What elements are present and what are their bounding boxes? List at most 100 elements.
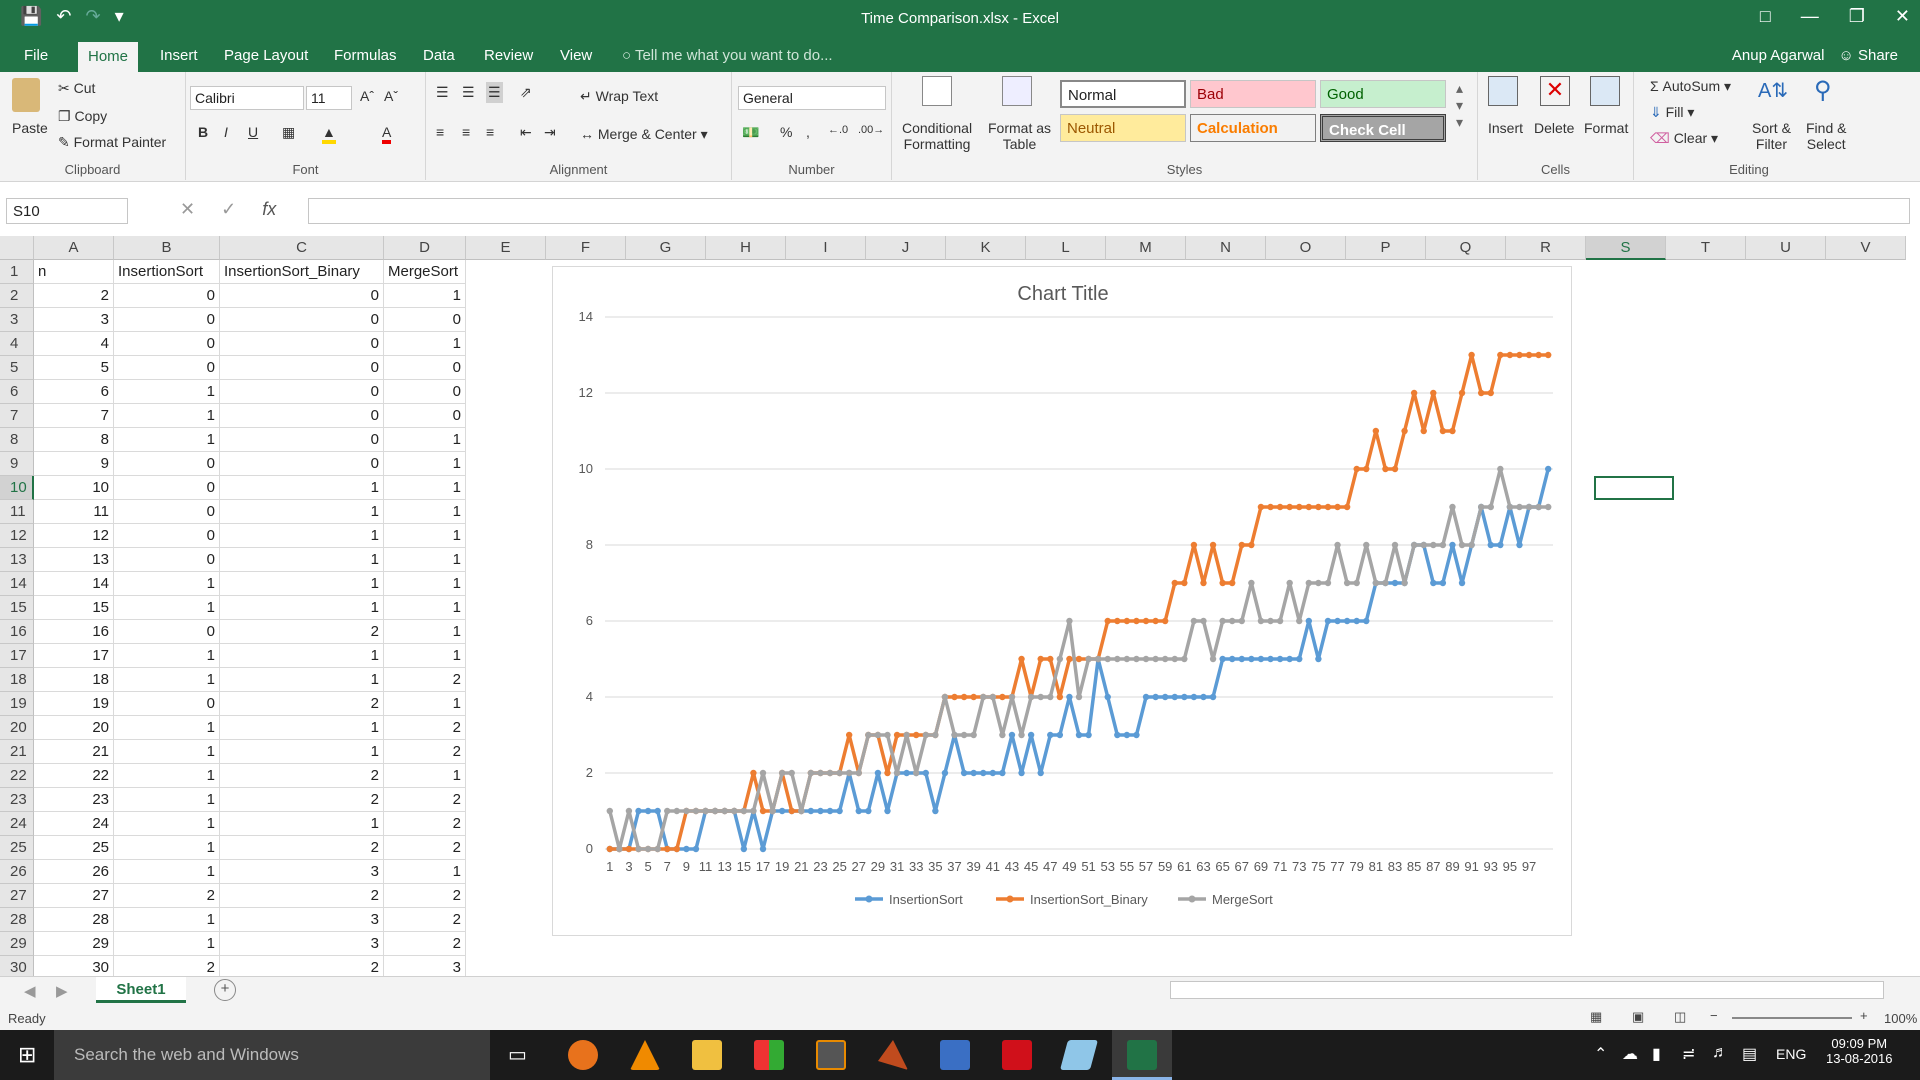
normal-view-icon[interactable]: ▦ (1590, 1009, 1602, 1025)
column-header[interactable]: O (1266, 236, 1346, 260)
data-cell[interactable]: 0 (220, 284, 384, 308)
data-cell[interactable]: 2 (384, 740, 466, 764)
battery-icon[interactable]: ▮ (1652, 1044, 1661, 1064)
data-cell[interactable]: 2 (114, 956, 220, 976)
action-center-icon[interactable]: ▤ (1742, 1044, 1757, 1064)
data-cell[interactable]: 3 (34, 308, 114, 332)
vlc-icon[interactable] (630, 1040, 660, 1070)
data-cell[interactable]: 0 (220, 380, 384, 404)
cut-button[interactable]: ✂ Cut (58, 80, 95, 97)
data-cell[interactable]: 1 (384, 524, 466, 548)
sublime-icon[interactable] (816, 1040, 846, 1070)
add-sheet-icon[interactable]: + (214, 979, 236, 1001)
data-cell[interactable]: 1 (220, 476, 384, 500)
sort-filter-button[interactable]: Sort & Filter (1752, 120, 1791, 152)
matlab-icon[interactable] (878, 1040, 908, 1070)
data-cell[interactable]: 0 (384, 356, 466, 380)
conditional-formatting-button[interactable]: Conditional Formatting (902, 120, 972, 152)
row-header[interactable]: 22 (0, 764, 34, 788)
align-left-icon[interactable]: ≡ (436, 124, 444, 140)
data-cell[interactable]: 1 (114, 740, 220, 764)
data-cell[interactable]: 1 (384, 284, 466, 308)
data-cell[interactable]: 1 (114, 932, 220, 956)
row-header[interactable]: 20 (0, 716, 34, 740)
column-header[interactable]: E (466, 236, 546, 260)
data-cell[interactable]: 6 (34, 380, 114, 404)
data-cell[interactable]: 11 (34, 500, 114, 524)
tray-chevron-icon[interactable]: ⌃ (1594, 1044, 1607, 1064)
data-cell[interactable]: 22 (34, 764, 114, 788)
orientation-icon[interactable]: ⇗ (520, 84, 532, 101)
data-cell[interactable]: 0 (220, 356, 384, 380)
data-cell[interactable]: 1 (114, 812, 220, 836)
enter-icon[interactable]: ✓ (221, 199, 236, 220)
taskbar-search[interactable]: Search the web and Windows (54, 1030, 490, 1080)
row-header[interactable]: 19 (0, 692, 34, 716)
data-cell[interactable]: 1 (220, 644, 384, 668)
zoom-in-icon[interactable]: + (1860, 1008, 1868, 1023)
data-cell[interactable]: 23 (34, 788, 114, 812)
row-header[interactable]: 13 (0, 548, 34, 572)
data-cell[interactable]: 0 (114, 692, 220, 716)
notes-icon[interactable] (1059, 1040, 1099, 1070)
data-cell[interactable]: 1 (220, 524, 384, 548)
data-cell[interactable]: 0 (384, 380, 466, 404)
column-header[interactable]: A (34, 236, 114, 260)
data-cell[interactable]: 1 (384, 692, 466, 716)
column-header[interactable]: P (1346, 236, 1426, 260)
column-title-cell[interactable]: InsertionSort (114, 260, 220, 284)
magnifier-icon[interactable]: ⚲ (1814, 76, 1832, 105)
data-cell[interactable]: 1 (114, 572, 220, 596)
column-header[interactable]: L (1026, 236, 1106, 260)
currency-icon[interactable]: 💵 (742, 124, 759, 141)
row-header[interactable]: 5 (0, 356, 34, 380)
data-cell[interactable]: 9 (34, 452, 114, 476)
volume-icon[interactable]: ♬ (1712, 1044, 1728, 1062)
row-header[interactable]: 15 (0, 596, 34, 620)
column-header[interactable]: T (1666, 236, 1746, 260)
tab-data[interactable]: Data (423, 47, 455, 64)
row-header[interactable]: 2 (0, 284, 34, 308)
data-cell[interactable]: 2 (384, 668, 466, 692)
data-cell[interactable]: 0 (114, 284, 220, 308)
tab-file[interactable]: File (24, 47, 48, 64)
data-cell[interactable]: 0 (220, 428, 384, 452)
autosum-button[interactable]: Σ AutoSum ▾ (1650, 78, 1731, 95)
row-header[interactable]: 1 (0, 260, 34, 284)
data-cell[interactable]: 0 (114, 308, 220, 332)
row-header[interactable]: 3 (0, 308, 34, 332)
number-format-select[interactable]: General (738, 86, 886, 110)
align-right-icon[interactable]: ≡ (486, 124, 494, 140)
column-header[interactable]: M (1106, 236, 1186, 260)
align-top-icon[interactable]: ☰ (436, 84, 449, 101)
data-cell[interactable]: 2 (384, 908, 466, 932)
data-cell[interactable]: 1 (220, 812, 384, 836)
wifi-icon[interactable]: ≓ (1682, 1044, 1695, 1064)
font-name-select[interactable]: Calibri (190, 86, 304, 110)
delete-cells-icon[interactable]: ✕ (1540, 76, 1570, 106)
zoom-level[interactable]: 100% (1884, 1011, 1917, 1026)
data-cell[interactable]: 14 (34, 572, 114, 596)
worksheet-grid[interactable]: Chart Title 0 2 4 6 8 10 12 14 1 3 5 7 9 11 13 15 17 19 21 2… (0, 236, 1920, 976)
decrease-decimal-icon[interactable]: .00→ (858, 124, 884, 136)
row-header[interactable]: 25 (0, 836, 34, 860)
style-check-cell[interactable]: Check Cell (1320, 114, 1446, 142)
data-cell[interactable]: 0 (114, 620, 220, 644)
data-cell[interactable]: 3 (220, 908, 384, 932)
data-cell[interactable]: 29 (34, 932, 114, 956)
paste-button[interactable]: Paste (12, 120, 48, 136)
column-header[interactable]: D (384, 236, 466, 260)
select-all-corner[interactable] (0, 236, 34, 260)
page-layout-view-icon[interactable]: ▣ (1632, 1009, 1644, 1025)
column-title-cell[interactable]: InsertionSort_Binary (220, 260, 384, 284)
data-cell[interactable]: 1 (114, 788, 220, 812)
data-cell[interactable]: 0 (384, 308, 466, 332)
data-cell[interactable]: 0 (384, 404, 466, 428)
increase-indent-icon[interactable]: ⇥ (544, 124, 556, 141)
data-cell[interactable]: 1 (220, 596, 384, 620)
excel-taskbar-button[interactable] (1112, 1030, 1172, 1080)
data-cell[interactable]: 1 (384, 764, 466, 788)
row-header[interactable]: 26 (0, 860, 34, 884)
column-title-cell[interactable]: n (34, 260, 114, 284)
data-cell[interactable]: 1 (114, 644, 220, 668)
